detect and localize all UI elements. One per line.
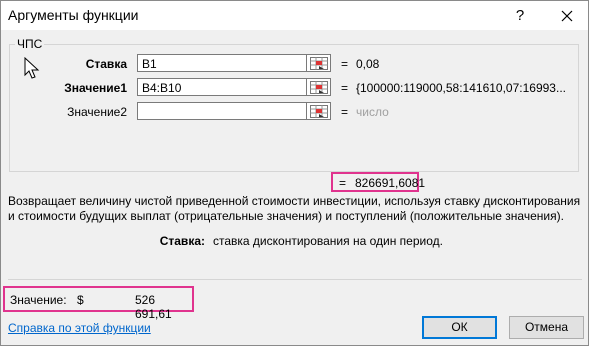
close-button[interactable] <box>549 1 585 30</box>
ref-button-value2[interactable] <box>306 102 331 120</box>
collapse-dialog-icon <box>310 105 328 118</box>
arg-eq-value1: = <box>341 81 349 95</box>
help-link[interactable]: Справка по этой функции <box>8 321 151 335</box>
arg-input-rate[interactable]: B1 <box>137 54 307 72</box>
ref-button-rate[interactable] <box>306 54 331 72</box>
arg-eq-rate: = <box>341 57 349 71</box>
result-label: Значение: <box>10 293 67 307</box>
ok-button[interactable]: ОК <box>422 316 497 339</box>
function-arguments-dialog: Аргументы функции ? ЧПС Ставка B1 = 0,08… <box>0 0 589 346</box>
arg-result-value2: число <box>356 105 389 119</box>
arg-input-value2[interactable] <box>137 102 307 120</box>
result-value-highlight: Значение: $ 526 691,61 <box>3 286 194 321</box>
function-name: ЧПС <box>15 37 45 51</box>
arg-result-value1: {100000:119000,58:141610,07:16993... <box>356 81 566 95</box>
arg-label-rate: Ставка <box>85 57 127 71</box>
arg-input-value1[interactable]: B4:B10 <box>137 78 307 96</box>
arg-eq-value2: = <box>341 105 349 119</box>
formula-result-highlight: = 826691,6081 <box>331 172 425 192</box>
formula-result-value: 826691,6081 <box>355 176 426 190</box>
arg-label-value1: Значение1 <box>64 81 127 95</box>
arg-result-rate: 0,08 <box>356 57 380 71</box>
close-icon <box>561 10 573 22</box>
function-description: Возвращает величину чистой приведенной с… <box>8 194 581 223</box>
current-param-description: ставка дисконтирования на один период. <box>213 234 443 248</box>
dialog-title: Аргументы функции <box>8 7 139 23</box>
collapse-dialog-icon <box>310 81 328 94</box>
result-amount: 526 691,61 <box>135 293 172 321</box>
collapse-dialog-icon <box>310 57 328 70</box>
current-param-name: Ставка: <box>159 234 205 248</box>
cancel-button[interactable]: Отмена <box>509 316 584 339</box>
result-currency: $ <box>77 293 84 307</box>
ref-button-value1[interactable] <box>306 78 331 96</box>
arg-label-value2: Значение2 <box>67 105 127 119</box>
formula-result-eq: = <box>339 176 347 190</box>
title-bar: Аргументы функции ? <box>1 1 588 30</box>
help-button[interactable]: ? <box>505 1 535 30</box>
divider <box>8 279 582 280</box>
